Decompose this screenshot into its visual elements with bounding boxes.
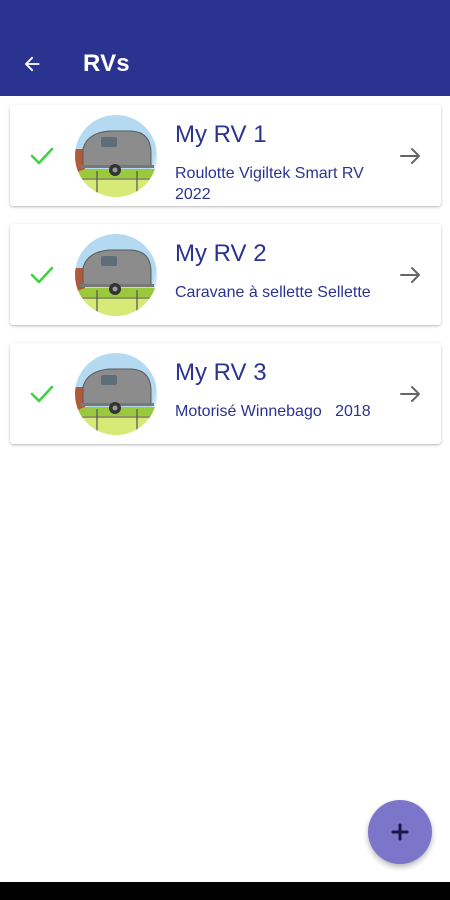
rv-card-1[interactable]: My RV 1 Roulotte Vigiltek Smart RV 2022 bbox=[10, 105, 441, 206]
rv-name: My RV 2 bbox=[175, 240, 267, 267]
back-button[interactable] bbox=[14, 46, 50, 82]
rv-image-icon bbox=[75, 353, 157, 435]
rv-image-icon bbox=[75, 115, 157, 197]
plus-icon bbox=[391, 823, 409, 841]
rv-avatar bbox=[75, 234, 157, 316]
app-bar: RVs bbox=[0, 0, 450, 96]
rv-name: My RV 3 bbox=[175, 359, 267, 386]
arrow-right-icon[interactable] bbox=[399, 265, 423, 285]
rv-card-2[interactable]: My RV 2 Caravane à sellette Sellette bbox=[10, 224, 441, 325]
rv-description: Motorisé Winnebago 2018 bbox=[175, 403, 371, 420]
rv-name: My RV 1 bbox=[175, 121, 267, 148]
arrow-left-icon bbox=[24, 56, 40, 72]
check-icon bbox=[30, 147, 54, 165]
rv-avatar bbox=[75, 115, 157, 197]
rv-description: Caravane à sellette Sellette bbox=[175, 284, 371, 301]
rv-image-icon bbox=[75, 234, 157, 316]
rv-card-3[interactable]: My RV 3 Motorisé Winnebago 2018 bbox=[10, 343, 441, 444]
arrow-right-icon[interactable] bbox=[399, 146, 423, 166]
check-icon bbox=[30, 266, 54, 284]
add-rv-button[interactable] bbox=[368, 800, 432, 864]
rv-description: Roulotte Vigiltek Smart RV 2022 bbox=[175, 165, 364, 203]
check-icon bbox=[30, 385, 54, 403]
system-navigation-bar bbox=[0, 882, 450, 900]
arrow-right-icon[interactable] bbox=[399, 384, 423, 404]
page-title: RVs bbox=[83, 50, 130, 77]
rv-avatar bbox=[75, 353, 157, 435]
